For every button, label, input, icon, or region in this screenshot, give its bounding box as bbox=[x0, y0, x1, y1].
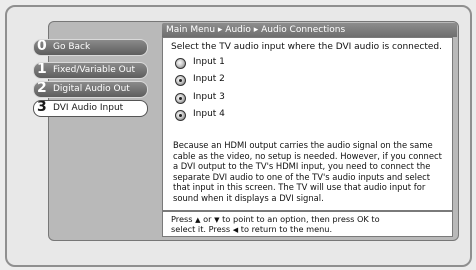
radio-icon bbox=[175, 58, 186, 69]
down-arrow-icon: ▼ bbox=[214, 216, 220, 224]
help-text: select it. Press bbox=[171, 224, 231, 234]
menu-item-go-back[interactable]: 0 Go Back bbox=[33, 39, 148, 56]
radio-icon bbox=[175, 75, 186, 86]
radio-icon bbox=[175, 110, 186, 121]
radio-icon bbox=[175, 93, 186, 104]
menu-item-number: 3 bbox=[37, 100, 47, 115]
help-text: or bbox=[203, 214, 212, 224]
option-label: Input 1 bbox=[193, 57, 225, 67]
menu-item-number: 1 bbox=[37, 62, 47, 77]
help-text: to return to the menu. bbox=[240, 224, 333, 234]
menu-item-dvi-audio-input[interactable]: 3 DVI Audio Input bbox=[33, 100, 148, 117]
option-label: Input 2 bbox=[193, 74, 225, 84]
help-text: to point to an option, then press OK to bbox=[222, 214, 380, 224]
content-panel: Select the TV audio input where the DVI … bbox=[162, 37, 453, 211]
option-label: Input 4 bbox=[193, 109, 225, 119]
menu-item-label: Fixed/Variable Out bbox=[53, 65, 135, 75]
instruction-text: Select the TV audio input where the DVI … bbox=[171, 42, 442, 52]
menu-item-label: Digital Audio Out bbox=[53, 84, 130, 94]
menu-item-digital-audio-out[interactable]: 2 Digital Audio Out bbox=[33, 81, 148, 98]
up-arrow-icon: ▲ bbox=[195, 216, 201, 224]
help-panel: Press ▲ or ▼ to point to an option, then… bbox=[162, 211, 453, 237]
menu-item-number: 0 bbox=[37, 39, 47, 54]
option-label: Input 3 bbox=[193, 92, 225, 102]
breadcrumb: Main Menu ▸ Audio ▸ Audio Connections bbox=[162, 23, 457, 37]
left-arrow-icon: ◀ bbox=[232, 226, 239, 234]
help-text: Press bbox=[171, 214, 193, 224]
screen: 0 Go Back 1 Fixed/Variable Out 2 Digital… bbox=[0, 0, 476, 270]
menu-item-number: 2 bbox=[37, 81, 47, 96]
explanation-text: Because an HDMI output carries the audio… bbox=[173, 140, 442, 203]
menu-item-label: DVI Audio Input bbox=[53, 103, 124, 113]
help-line-2: select it. Press ◀ to return to the menu… bbox=[171, 224, 332, 235]
menu-item-label: Go Back bbox=[53, 42, 91, 52]
menu-item-fixed-variable-out[interactable]: 1 Fixed/Variable Out bbox=[33, 62, 148, 79]
